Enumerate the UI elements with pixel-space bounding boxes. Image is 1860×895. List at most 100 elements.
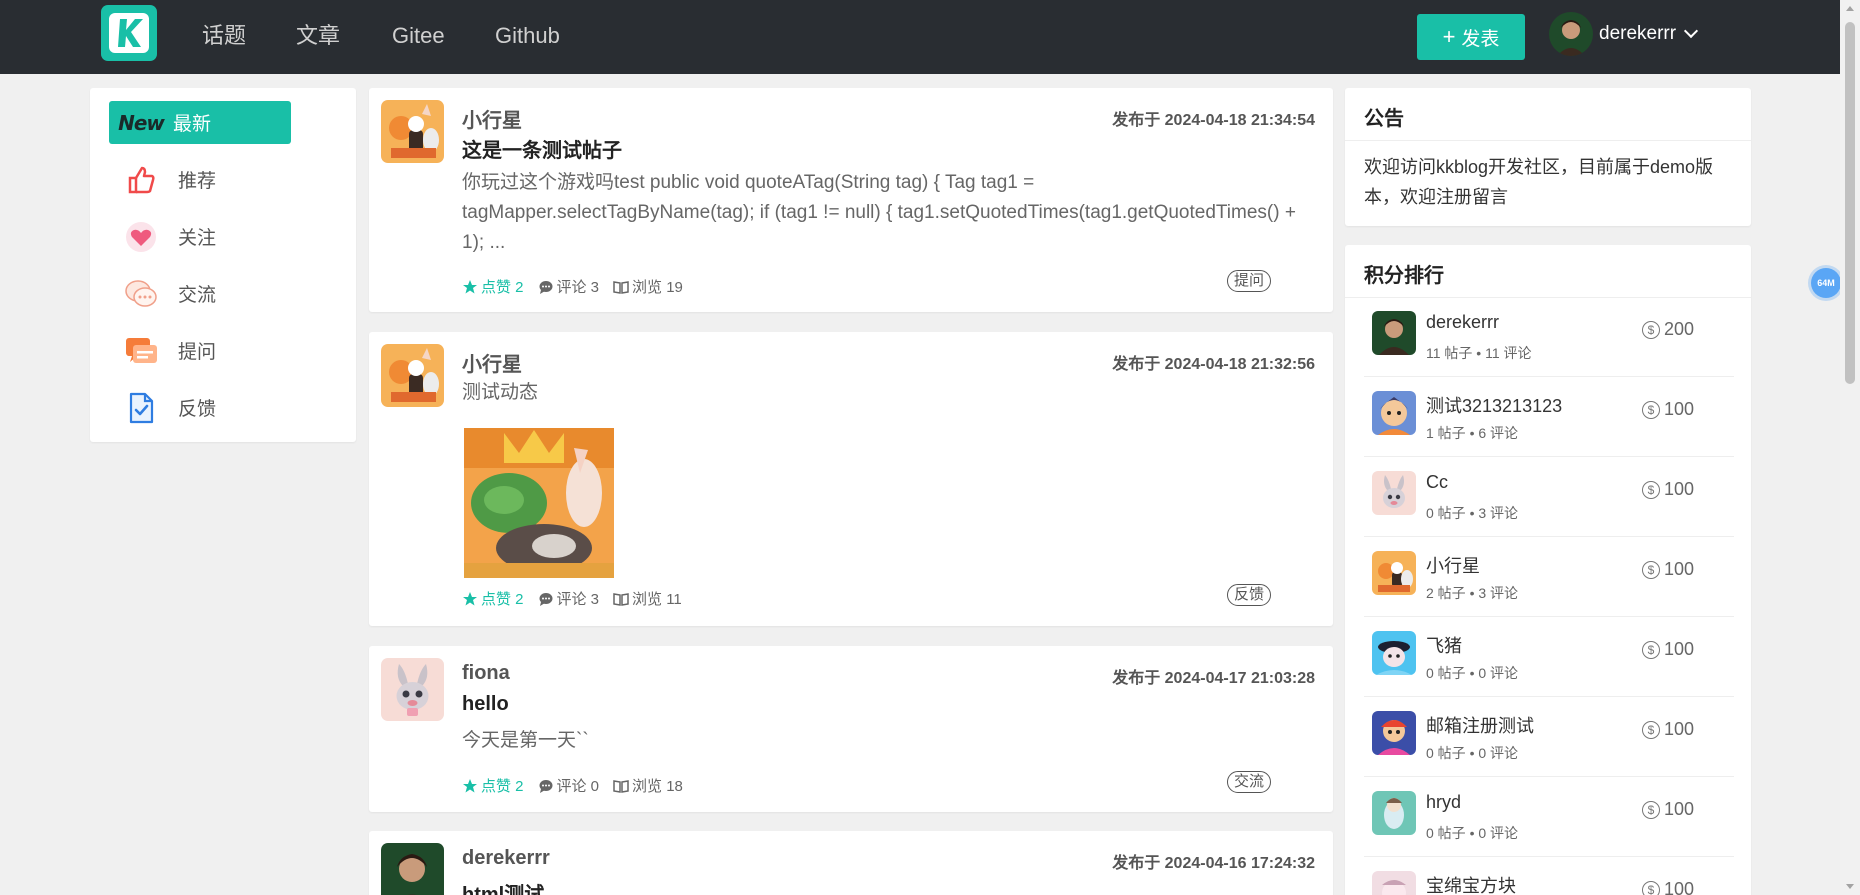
post-tag[interactable]: 交流 [1226,771,1271,793]
rank-row[interactable]: hryd 0 帖子 • 0 评论 $100 [1364,777,1734,857]
nav-topics[interactable]: 话题 [202,22,246,50]
post-author[interactable]: derekerrr [462,847,550,870]
scroll-down-arrow-icon[interactable] [1846,884,1854,889]
post-title[interactable]: 这是一条测试帖子 [462,134,622,163]
ranking-title: 积分排行 [1364,265,1444,287]
rank-score: $100 [1642,879,1694,895]
post-author[interactable]: 小行星 [462,104,522,133]
post-card[interactable]: 小行星 发布于 2024-04-18 21:32:56 测试动态 点赞 2 评论… [369,332,1333,626]
comment-icon [539,779,553,793]
author-avatar[interactable] [381,658,444,721]
rank-username[interactable]: 飞猪 [1426,632,1462,658]
post-card[interactable]: fiona 发布于 2024-04-17 21:03:28 hello 今天是第… [369,646,1333,812]
points-ranking-card: 积分排行 derekerrr 11 帖子 • 11 评论 $200 测试3213… [1345,245,1751,895]
question-chat-icon [121,331,161,371]
coin-icon: $ [1642,560,1660,579]
user-menu[interactable]: derekerrr [1549,12,1699,56]
nav-articles[interactable]: 文章 [296,22,340,50]
sidebar-item-questions[interactable]: 提问 [109,329,291,372]
rank-username[interactable]: hryd [1426,792,1461,813]
rank-row[interactable]: Cc 0 帖子 • 3 评论 $100 [1364,457,1734,537]
post-stats: 点赞 2 评论 3 浏览 11 [462,588,696,609]
post-date: 发布于 2024-04-18 21:34:54 [1112,112,1315,129]
post-excerpt: 你玩过这个游戏吗test public void quoteATag(Strin… [462,172,1296,253]
rank-score: $100 [1642,639,1694,660]
rank-username[interactable]: Cc [1426,472,1448,493]
like-stat[interactable]: 点赞 2 [462,588,524,609]
post-excerpt: 测试动态 [462,382,539,403]
sidebar-item-recommended[interactable]: 推荐 [109,158,291,201]
rank-score: $100 [1642,479,1694,500]
chevron-down-icon [1684,23,1699,39]
rank-row[interactable]: 飞猪 0 帖子 • 0 评论 $100 [1364,617,1734,697]
feedback-check-icon [121,388,161,428]
category-sidebar: New 最新 推荐 关注 交流 提问 反馈 [90,88,356,442]
post-card[interactable]: derekerrr 发布于 2024-04-16 17:24:32 html测试 [369,831,1333,895]
post-title[interactable]: html测试 [462,878,544,895]
rank-row[interactable]: 小行星 2 帖子 • 3 评论 $100 [1364,537,1734,617]
sidebar-item-label: 关注 [178,228,217,249]
new-badge-icon: New [118,110,165,135]
sidebar-item-label: 反馈 [178,399,217,420]
plus-icon: + [1442,24,1456,49]
post-date: 发布于 2024-04-18 21:32:56 [1112,356,1315,373]
rank-row[interactable]: 邮箱注册测试 0 帖子 • 0 评论 $100 [1364,697,1734,777]
memory-usage-badge[interactable]: 64M [1811,268,1841,298]
rank-meta: 1 帖子 • 6 评论 [1426,425,1519,441]
post-image[interactable] [464,428,614,578]
rank-username[interactable]: derekerrr [1426,312,1499,333]
sidebar-item-discussion[interactable]: 交流 [109,272,291,315]
rank-row[interactable]: 宝绵宝方块 $100 [1364,857,1734,895]
scroll-thumb[interactable] [1845,22,1855,384]
rank-avatar [1372,791,1416,835]
rank-meta: 0 帖子 • 0 评论 [1426,665,1519,681]
scroll-up-arrow-icon[interactable] [1846,6,1854,11]
rank-username[interactable]: 邮箱注册测试 [1426,712,1534,738]
post-title[interactable]: hello [462,693,509,716]
star-icon [463,778,477,792]
post-author[interactable]: 小行星 [462,348,522,377]
top-navbar: 话题 文章 Gitee Github + 发表 derekerrr [0,0,1840,74]
star-icon [463,279,477,293]
publish-button[interactable]: + 发表 [1417,14,1525,60]
sidebar-item-feedback[interactable]: 反馈 [109,386,291,429]
nav-github[interactable]: Github [495,22,560,50]
rank-avatar [1372,871,1416,895]
author-avatar[interactable] [381,344,444,407]
rank-username[interactable]: 宝绵宝方块 [1426,872,1516,895]
rank-row[interactable]: 测试3213213123 1 帖子 • 6 评论 $100 [1364,377,1734,457]
comment-icon [539,280,553,294]
sidebar-item-label: 交流 [178,285,217,306]
thumbs-up-icon [121,160,161,200]
sidebar-item-latest[interactable]: New 最新 [109,101,291,144]
rank-score: $100 [1642,799,1694,820]
rank-score: $100 [1642,399,1694,420]
user-avatar [1549,12,1593,56]
author-avatar[interactable] [381,843,444,895]
rank-row[interactable]: derekerrr 11 帖子 • 11 评论 $200 [1364,297,1734,377]
view-stat: 浏览 11 [613,588,682,609]
kkblog-logo[interactable] [101,5,157,61]
post-author[interactable]: fiona [462,662,510,685]
rank-meta: 0 帖子 • 0 评论 [1426,825,1519,841]
book-icon [613,779,629,793]
like-stat[interactable]: 点赞 2 [462,775,524,796]
sidebar-item-label: 推荐 [178,171,217,192]
chat-bubbles-icon [121,274,161,314]
post-tag[interactable]: 反馈 [1226,584,1271,606]
page-scrollbar[interactable] [1840,0,1860,895]
rank-username[interactable]: 测试3213213123 [1426,392,1562,418]
post-card[interactable]: 小行星 发布于 2024-04-18 21:34:54 这是一条测试帖子 你玩过… [369,88,1333,312]
rank-score: $200 [1642,319,1694,340]
nav-gitee[interactable]: Gitee [392,22,445,50]
rank-meta: 2 帖子 • 3 评论 [1426,585,1519,601]
comment-stat: 评论 3 [538,588,599,609]
comment-stat: 评论 0 [538,775,599,796]
rank-username[interactable]: 小行星 [1426,552,1480,578]
post-stats: 点赞 2 评论 3 浏览 19 [462,276,697,297]
sidebar-item-following[interactable]: 关注 [109,215,291,258]
like-stat[interactable]: 点赞 2 [462,276,524,297]
rank-avatar [1372,711,1416,755]
author-avatar[interactable] [381,100,444,163]
post-tag[interactable]: 提问 [1226,270,1271,292]
